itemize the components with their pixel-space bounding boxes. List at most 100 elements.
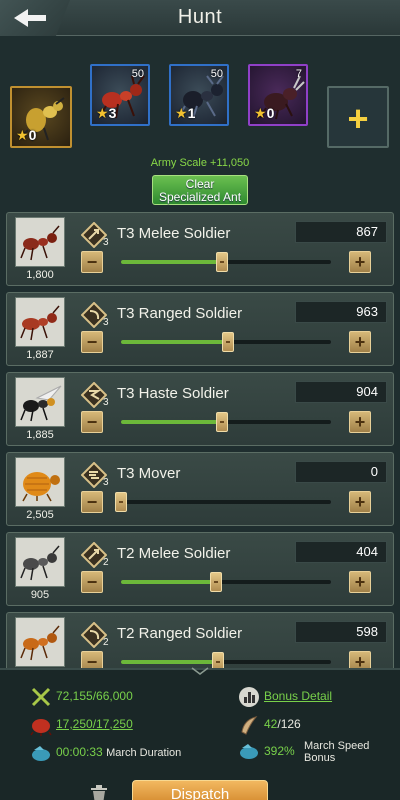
specialized-ant-slot-4[interactable]: 7 ★0 bbox=[248, 64, 308, 126]
winged-boot-icon bbox=[32, 746, 50, 761]
soldier-available-count: 2,505 bbox=[26, 509, 54, 521]
soldier-card: 1,887 3 T3 Ranged Soldier 963 − + bbox=[6, 292, 394, 366]
soldier-name: T3 Ranged Soldier bbox=[117, 305, 243, 322]
soldier-portrait bbox=[15, 537, 65, 587]
march-duration-label: March Duration bbox=[106, 747, 182, 759]
soldier-quantity-input[interactable]: 598 bbox=[295, 621, 387, 643]
horn-icon bbox=[241, 716, 258, 735]
specialized-ant-stars: 0 bbox=[266, 105, 275, 121]
plus-icon: + bbox=[347, 98, 369, 139]
soldier-card: 2 T2 Ranged Soldier 598 − + bbox=[6, 612, 394, 668]
decrease-button[interactable]: − bbox=[81, 411, 103, 433]
trash-icon[interactable] bbox=[88, 784, 110, 800]
increase-button[interactable]: + bbox=[349, 411, 371, 433]
quantity-slider[interactable] bbox=[121, 332, 331, 352]
soldier-portrait bbox=[15, 217, 65, 267]
soldier-list[interactable]: 1,800 3 T3 Melee Soldier 867 − + 1,887 3… bbox=[6, 212, 394, 668]
slider-knob[interactable] bbox=[222, 332, 235, 352]
specialized-ant-stars: 1 bbox=[187, 105, 196, 121]
soldier-name: T3 Mover bbox=[117, 465, 181, 482]
star-icon: ★ bbox=[254, 105, 267, 121]
march-summary-panel: 72,155/66,000 Bonus Detail 17,250/17,250… bbox=[0, 667, 400, 800]
march-duration-value: 00:00:33 bbox=[56, 745, 103, 759]
decrease-button[interactable]: − bbox=[81, 491, 103, 513]
star-icon: ★ bbox=[16, 127, 29, 143]
soldier-tier: 3 bbox=[103, 237, 109, 248]
soldier-name: T2 Melee Soldier bbox=[117, 545, 231, 562]
soldier-available-count: 905 bbox=[30, 589, 50, 601]
specialized-ant-stars: 3 bbox=[108, 105, 117, 121]
soldier-card: 1,885 3 T3 Haste Soldier 904 − + bbox=[6, 372, 394, 446]
march-speed-label-line2: Bonus bbox=[304, 752, 336, 764]
soldier-quantity-input[interactable]: 867 bbox=[295, 221, 387, 243]
add-specialized-ant-button[interactable]: + bbox=[327, 86, 389, 148]
soldier-name: T3 Melee Soldier bbox=[117, 225, 231, 242]
soldier-quantity-input[interactable]: 963 bbox=[295, 301, 387, 323]
load-value: 17,250/17,250 bbox=[56, 717, 133, 731]
quantity-slider[interactable] bbox=[115, 492, 331, 512]
increase-button[interactable]: + bbox=[349, 571, 371, 593]
quantity-slider[interactable] bbox=[121, 652, 331, 668]
specialized-ant-count: 7 bbox=[295, 68, 302, 80]
decrease-button[interactable]: − bbox=[81, 571, 103, 593]
soldier-tier: 2 bbox=[103, 557, 109, 568]
specialized-ant-slot-1[interactable]: ★0 bbox=[10, 86, 72, 148]
speed-beetle-icon bbox=[240, 744, 258, 759]
dispatch-button[interactable]: Dispatch bbox=[132, 780, 268, 800]
slider-fill bbox=[121, 340, 229, 344]
soldier-tier: 2 bbox=[103, 637, 109, 648]
soldier-tier: 3 bbox=[103, 477, 109, 488]
specialized-ant-stars: 0 bbox=[28, 127, 37, 143]
soldier-portrait bbox=[15, 297, 65, 347]
soldier-quantity-input[interactable]: 0 bbox=[295, 461, 387, 483]
slider-knob[interactable] bbox=[115, 492, 127, 512]
soldier-tier: 3 bbox=[103, 317, 109, 328]
specialized-ant-slot-2[interactable]: 50 ★3 bbox=[90, 64, 150, 126]
increase-button[interactable]: + bbox=[349, 491, 371, 513]
specialized-ant-slot-3[interactable]: 50 ★1 bbox=[169, 64, 229, 126]
collapse-chevron-icon[interactable] bbox=[190, 667, 210, 675]
soldier-quantity-input[interactable]: 904 bbox=[295, 381, 387, 403]
bonus-detail-link[interactable]: Bonus Detail bbox=[264, 689, 332, 703]
quantity-slider[interactable] bbox=[121, 572, 331, 592]
clear-button-line2: Specialized Ant bbox=[158, 190, 242, 204]
decrease-button[interactable]: − bbox=[81, 251, 103, 273]
specialized-ant-count: 50 bbox=[131, 68, 144, 80]
soldier-card: 905 2 T2 Melee Soldier 404 − + bbox=[6, 532, 394, 606]
star-icon: ★ bbox=[96, 105, 109, 121]
gray-ant-icon bbox=[20, 545, 60, 581]
increase-button[interactable]: + bbox=[349, 651, 371, 668]
troop-power-value: 72,155/66,000 bbox=[56, 689, 133, 703]
star-icon: ★ bbox=[175, 105, 188, 121]
slider-knob[interactable] bbox=[215, 412, 228, 432]
slider-fill bbox=[121, 420, 222, 424]
header-bar: Hunt bbox=[0, 0, 400, 36]
quantity-slider[interactable] bbox=[121, 412, 331, 432]
soldier-portrait bbox=[15, 617, 65, 667]
orange-ant-icon bbox=[20, 625, 60, 661]
slider-knob[interactable] bbox=[215, 252, 228, 272]
slider-knob[interactable] bbox=[211, 652, 224, 668]
red-ant-soldier-icon bbox=[20, 225, 60, 261]
march-speed-value: 392% bbox=[264, 744, 295, 758]
clear-specialized-ant-button[interactable]: Clear Specialized Ant bbox=[152, 175, 248, 205]
increase-button[interactable]: + bbox=[349, 251, 371, 273]
soldier-card: 2,505 3 T3 Mover 0 − + bbox=[6, 452, 394, 526]
page-title: Hunt bbox=[177, 6, 223, 28]
soldier-card: 1,800 3 T3 Melee Soldier 867 − + bbox=[6, 212, 394, 286]
decrease-button[interactable]: − bbox=[81, 651, 103, 668]
army-scale-text: Army Scale +11,050 bbox=[150, 157, 250, 169]
slider-knob[interactable] bbox=[209, 572, 222, 592]
decrease-button[interactable]: − bbox=[81, 331, 103, 353]
soldier-available-count: 1,800 bbox=[26, 269, 54, 281]
slider-fill bbox=[121, 660, 218, 664]
soldier-quantity-input[interactable]: 404 bbox=[295, 541, 387, 563]
increase-button[interactable]: + bbox=[349, 331, 371, 353]
slider-fill bbox=[121, 260, 222, 264]
soldier-available-count: 1,885 bbox=[26, 429, 54, 441]
soldier-name: T2 Ranged Soldier bbox=[117, 625, 243, 642]
march-slots-used: 42 bbox=[264, 717, 278, 731]
soldier-available-count: 1,887 bbox=[26, 349, 54, 361]
soldier-tier: 3 bbox=[103, 397, 109, 408]
quantity-slider[interactable] bbox=[121, 252, 331, 272]
